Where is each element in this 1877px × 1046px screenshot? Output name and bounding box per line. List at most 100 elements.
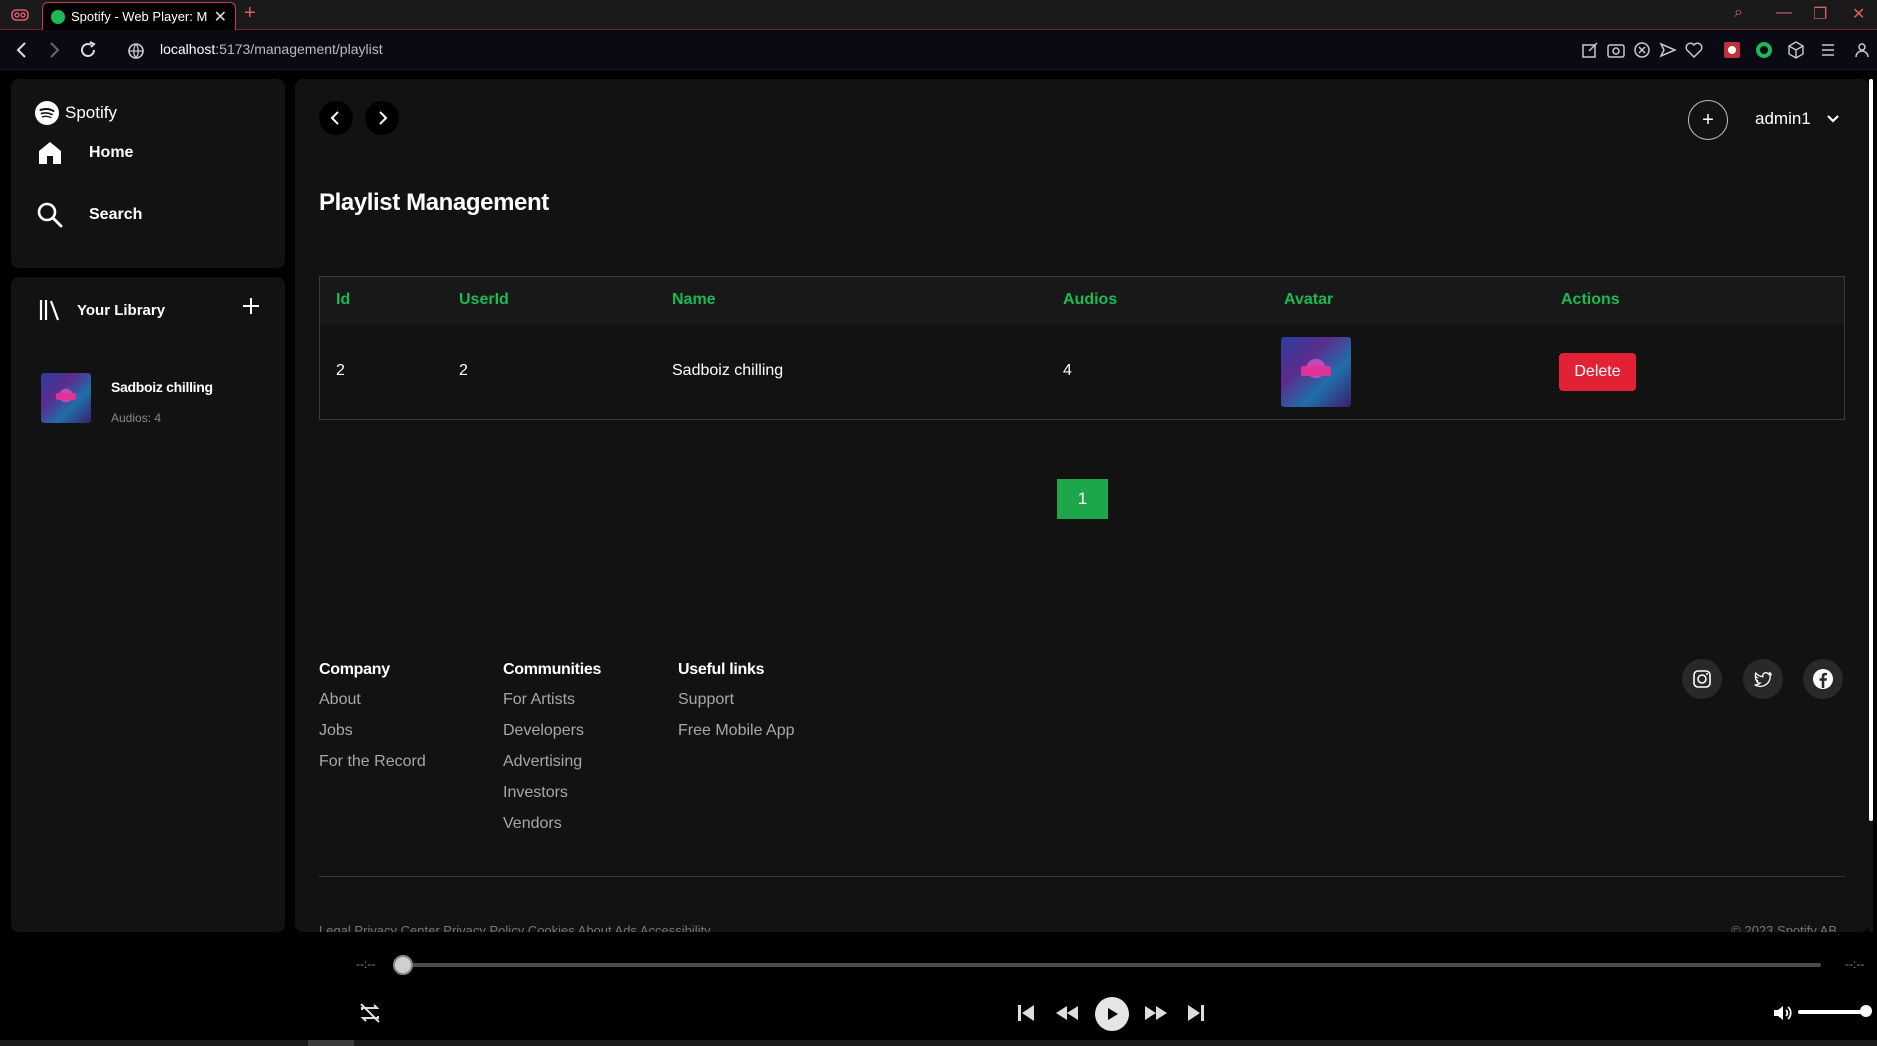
instagram-icon <box>1693 670 1711 688</box>
footer-company: Company About Jobs For the Record <box>319 661 426 784</box>
cell-audios: 4 <box>1063 362 1072 379</box>
footer-link-support[interactable]: Support <box>678 691 795 709</box>
browser-tabbar: Spotify - Web Player: Music ✕ + ⌕ — ❐ ✕ <box>0 0 1877 30</box>
site-info-icon[interactable] <box>124 39 148 63</box>
skip-forward-icon[interactable] <box>1182 999 1210 1027</box>
footer-legal-links[interactable]: Legal Privacy Center Privacy Policy Cook… <box>319 923 711 932</box>
column-header-actions: Actions <box>1561 291 1620 308</box>
table-header: Id UserId Name Audios Avatar Actions <box>320 277 1844 325</box>
footer-link-jobs[interactable]: Jobs <box>319 722 426 740</box>
library-item[interactable]: Sadboiz chilling Audios: 4 <box>41 373 213 425</box>
progress-bar[interactable] <box>403 963 1821 967</box>
search-tabs-icon[interactable]: ⌕ <box>1734 4 1743 22</box>
column-header-id: Id <box>336 291 351 308</box>
facebook-icon <box>1813 669 1833 689</box>
heart-icon[interactable] <box>1684 40 1704 60</box>
pagination-page-1[interactable]: 1 <box>1057 479 1108 519</box>
footer-link-advertising[interactable]: Advertising <box>503 753 601 771</box>
player-bar: --:-- --:-- <box>0 937 1877 1046</box>
library-label: Your Library <box>77 301 166 319</box>
volume-icon[interactable] <box>1771 1001 1795 1025</box>
spotify-logo-icon <box>35 101 59 125</box>
sidebar-item-home[interactable]: Home <box>35 138 133 168</box>
edit-icon[interactable] <box>1580 40 1600 60</box>
logo-text: Spotify <box>65 103 117 122</box>
chevron-left-icon <box>330 111 339 125</box>
skip-back-icon[interactable] <box>1012 999 1040 1027</box>
app-root: Spotify Home Search Your Library Sadboiz… <box>0 71 1877 937</box>
plus-icon: + <box>1702 108 1714 131</box>
cube-icon[interactable] <box>1786 40 1806 60</box>
repeat-off-icon[interactable] <box>356 999 384 1027</box>
sidebar-library: Your Library Sadboiz chilling Audios: 4 <box>11 277 285 932</box>
main-content: + admin1 Playlist Management Id UserId N… <box>295 79 1869 932</box>
menu-icon[interactable] <box>1818 40 1838 60</box>
sidebar-nav: Spotify Home Search <box>11 79 285 268</box>
extension-icon[interactable] <box>1722 40 1742 60</box>
send-icon[interactable] <box>1658 40 1678 60</box>
footer-link-about[interactable]: About <box>319 691 426 709</box>
close-tab-icon[interactable]: ✕ <box>214 7 227 27</box>
playlist-table: Id UserId Name Audios Avatar Actions 2 2… <box>319 276 1845 420</box>
forward-icon[interactable] <box>42 38 66 62</box>
camera-icon[interactable] <box>1606 40 1626 60</box>
sidebar-item-label: Home <box>89 144 134 161</box>
fast-forward-icon[interactable] <box>1142 999 1170 1027</box>
browser-menu-icon[interactable] <box>10 6 30 24</box>
volume-slider[interactable] <box>1798 1010 1866 1014</box>
footer-communities: Communities For Artists Developers Adver… <box>503 661 601 846</box>
browser-tab-spotify[interactable]: Spotify - Web Player: Music ✕ <box>42 2 236 30</box>
history-back-button[interactable] <box>319 101 353 135</box>
address-bar: localhost:5173/management/playlist <box>0 30 1877 70</box>
user-menu[interactable]: admin1 <box>1755 109 1841 129</box>
history-forward-button[interactable] <box>365 101 399 135</box>
reload-icon[interactable] <box>76 38 100 62</box>
block-icon[interactable] <box>1632 40 1652 60</box>
playlist-cover-image <box>41 373 91 423</box>
volume-knob[interactable] <box>1860 1005 1872 1017</box>
spotify-logo[interactable]: Spotify <box>35 101 117 125</box>
sidebar-item-search[interactable]: Search <box>35 200 142 230</box>
add-button[interactable]: + <box>1688 100 1728 140</box>
twitter-button[interactable] <box>1743 659 1783 699</box>
facebook-button[interactable] <box>1803 659 1843 699</box>
column-header-userid: UserId <box>459 291 509 308</box>
bottom-strip-segment <box>308 1040 354 1046</box>
progress-knob[interactable] <box>393 955 413 975</box>
your-library-button[interactable]: Your Library <box>37 297 165 323</box>
delete-button[interactable]: Delete <box>1559 353 1636 391</box>
back-icon[interactable] <box>10 38 34 62</box>
footer-link-vendors[interactable]: Vendors <box>503 815 601 833</box>
search-icon <box>37 202 63 228</box>
restore-icon[interactable]: ❐ <box>1813 4 1827 24</box>
footer-link-for-artists[interactable]: For Artists <box>503 691 601 709</box>
minimize-icon[interactable]: — <box>1776 4 1792 22</box>
footer-link-for-the-record[interactable]: For the Record <box>319 753 426 771</box>
close-window-icon[interactable]: ✕ <box>1852 4 1865 24</box>
footer-link-developers[interactable]: Developers <box>503 722 601 740</box>
footer-heading: Communities <box>503 661 602 678</box>
new-tab-button[interactable]: + <box>244 2 256 25</box>
footer-link-free-mobile-app[interactable]: Free Mobile App <box>678 722 795 740</box>
total-time: --:-- <box>1845 957 1865 971</box>
profile-icon[interactable] <box>1852 40 1872 60</box>
chevron-down-icon <box>1826 115 1839 123</box>
scrollbar-thumb[interactable] <box>1869 79 1873 821</box>
footer-heading: Company <box>319 661 390 678</box>
footer-link-investors[interactable]: Investors <box>503 784 601 802</box>
column-header-audios: Audios <box>1063 291 1118 308</box>
instagram-button[interactable] <box>1682 659 1722 699</box>
add-playlist-icon[interactable] <box>238 293 264 319</box>
rewind-icon[interactable] <box>1053 999 1081 1027</box>
chevron-right-icon <box>379 111 388 125</box>
home-icon <box>39 142 61 164</box>
play-button[interactable] <box>1095 997 1129 1031</box>
footer-useful-links: Useful links Support Free Mobile App <box>678 661 795 753</box>
library-item-title: Sadboiz chilling <box>111 379 213 395</box>
vpn-icon[interactable] <box>1754 40 1774 60</box>
url-field[interactable]: localhost:5173/management/playlist <box>160 41 383 57</box>
twitter-icon <box>1754 671 1772 688</box>
library-icon <box>39 300 60 321</box>
cell-name: Sadboiz chilling <box>672 362 784 379</box>
column-header-name: Name <box>672 291 716 308</box>
